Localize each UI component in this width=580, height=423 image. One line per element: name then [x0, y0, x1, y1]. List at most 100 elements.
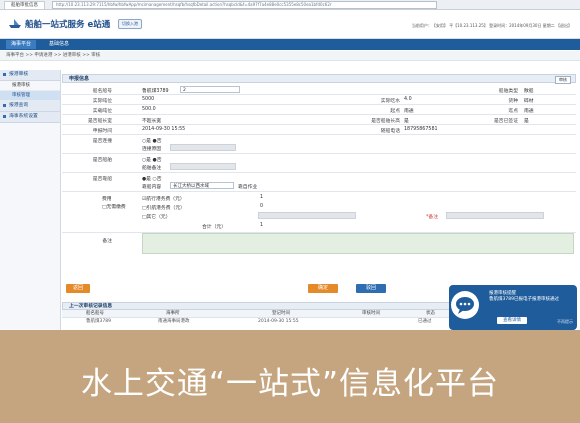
app-title: 船舶一站式服务 e站通 [25, 20, 111, 30]
fleet-label: 是否船舶 [92, 158, 112, 163]
join-options[interactable]: ○是 ●否 [142, 137, 162, 144]
ship-type-label: 船舶类型 [498, 89, 518, 94]
other-fee-note: *备注 [426, 215, 438, 220]
remark-textarea[interactable] [142, 233, 574, 254]
history-cell: 鲁航煤3789 [86, 319, 111, 324]
history-column: 状态 [426, 311, 435, 316]
captain-value: 不超长宽 [142, 119, 162, 124]
ship-name-input[interactable]: 2 [180, 86, 240, 93]
tonnage-label: 实际吨位 [92, 99, 112, 104]
no-fee-checkbox[interactable]: □无需缴费 [102, 203, 126, 210]
form-row: 申报时间 2014-09-30 15:55 随船电话 18795867581 [62, 125, 576, 135]
nav-maritime-platform[interactable]: 海事平台 [6, 40, 37, 49]
tonnage-value: 5000 [142, 97, 155, 102]
berth-options[interactable]: ●是 ○否 [142, 175, 162, 182]
panel-title: 申报信息 审核 [62, 74, 576, 84]
ship-name-label: 船名船号 [92, 89, 112, 94]
chat-bubble-glyph [456, 297, 474, 314]
destination-label: 迄点 [508, 109, 518, 114]
time-label: 申报时间 [92, 129, 112, 134]
destination-value: 南通 [524, 109, 534, 114]
fee-item-label[interactable]: ☑航行港务费（元） [142, 195, 185, 202]
fleet-note-label: 船舶备注 [142, 166, 162, 171]
panel-review-button[interactable]: 审核 [555, 76, 571, 84]
browser-tab[interactable]: 船舶审批信息 [4, 1, 45, 9]
load-value: 500.0 [142, 107, 156, 112]
caption-banner: 水上交通“一站式”信息化平台 [0, 330, 580, 423]
sidebar-group-report-review[interactable]: 报港审核 [0, 70, 60, 81]
fee-item-label[interactable]: □其它（元） [142, 213, 171, 220]
fee-label: 费用 [102, 197, 112, 202]
notification-text: 报港审核提醒 鲁航煤3789已报电子报港审核通过 [489, 291, 573, 303]
sidebar-group-system-settings[interactable]: 海事系统设置 [0, 112, 60, 123]
sidebar-item-review-manage[interactable]: 审核管理 [0, 91, 60, 101]
draft-label: 实际吃水 [380, 99, 400, 104]
ship-type-value: 散船 [524, 89, 534, 94]
app-header: 船舶一站式服务 e站通 切换入港 当前用户：【安用】 平【10.23.113.2… [0, 10, 580, 39]
berth-select[interactable]: 长江大桥以西水域 [170, 182, 234, 189]
remark-label: 备注 [102, 239, 112, 244]
other-fee-input[interactable] [258, 212, 356, 219]
caption-text: 水上交通“一站式”信息化平台 [80, 366, 500, 402]
dismiss-link[interactable]: 不再提示 [557, 319, 573, 325]
fleet-options[interactable]: ○是 ●否 [142, 156, 162, 163]
ship-name-value: 鲁航煤3789 [142, 89, 169, 94]
load-label: 实载吨位 [92, 109, 112, 114]
sidebar-item-report-review[interactable]: 报港审核 [0, 81, 60, 91]
draft-value: 4.0 [404, 97, 412, 102]
back-button[interactable]: 返回 [66, 284, 90, 293]
cargo-label: 货种 [508, 99, 518, 104]
sidebar: 报港审核 报港审核 审核管理 报港查询 海事系统设置 [0, 70, 61, 330]
history-cell: 已通过 [418, 319, 432, 324]
fee-item-value: 0 [260, 204, 264, 209]
other-fee-note-input[interactable] [446, 212, 544, 219]
history-cell: 南通海事局港政 [158, 319, 190, 324]
total-label: 合计（元） [202, 225, 226, 230]
total-value: 1 [260, 223, 264, 228]
address-bar[interactable]: http://10.23.113.29:7115/hbfw/hbfwApp/mc… [52, 1, 437, 9]
browser-toolbar: 船舶审批信息 http://10.23.113.29:7115/hbfw/hbf… [0, 0, 580, 10]
user-info: 当前用户：【安用】 平【10.23.113.25】 登录时间：2014年09月3… [411, 23, 572, 28]
remark-row: 备注 [62, 233, 576, 255]
form-row: 是否靠船 ●是 ○否 靠船内容 长江大桥以西水域 靠自作业 [62, 173, 576, 192]
berth-suffix: 靠自作业 [238, 185, 258, 190]
notification-popup[interactable]: 报港审核提醒 鲁航煤3789已报电子报港审核通过 查看详情 不再提示 [449, 285, 577, 330]
history-column: 海事所 [166, 311, 180, 316]
berth-label: 是否靠船 [92, 177, 112, 182]
form-row: 船名船号 鲁航煤3789 2 船舶类型 散船 [62, 85, 576, 95]
time-value: 2014-09-30 15:55 [142, 127, 186, 132]
confirm-button[interactable]: 确定 [308, 284, 338, 293]
phone-label: 随船电话 [380, 129, 400, 134]
signed-label: 是否已签证 [494, 119, 518, 124]
history-column: 登记时间 [272, 311, 290, 316]
sidebar-group-report-query[interactable]: 报港查询 [0, 101, 60, 112]
form-row: 实载吨位 500.0 起点 南通 迄点 南通 [62, 105, 576, 115]
history-column: 船名船号 [86, 311, 104, 316]
origin-label: 起点 [390, 109, 400, 114]
switch-port-button[interactable]: 切换入港 [118, 19, 142, 29]
view-details-button[interactable]: 查看详情 [497, 317, 527, 324]
fee-row: 费用 □无需缴费 ☑航行港务费（元） 1 □引航港务费（元） 0 □其它（元） … [62, 192, 576, 233]
cargo-value: 碎材 [524, 99, 534, 104]
ship-logo-icon [9, 19, 21, 28]
verify-label: 是否船舶长高 [371, 119, 400, 124]
panel-title-text: 申报信息 [69, 76, 90, 82]
form-row: 实际吨位 5000 实际吃水 4.0 货种 碎材 [62, 95, 576, 105]
fleet-note-input[interactable] [170, 163, 236, 170]
top-nav: 海事平台 基础信息 [0, 39, 580, 50]
phone-value: 18795867581 [404, 127, 438, 132]
notification-message: 鲁航煤3789已报电子报港审核通过 [489, 297, 559, 302]
form-row: 是否船长室 不超长宽 是否船舶长高 是 是否已签证 是 [62, 115, 576, 125]
berth-detail-label: 靠船内容 [142, 185, 162, 190]
history-column: 审核时间 [362, 311, 380, 316]
chat-bubble-icon [451, 291, 479, 319]
nav-basic-info[interactable]: 基础信息 [44, 40, 74, 49]
fee-item-value: 1 [260, 195, 264, 200]
join-reason-input[interactable] [170, 144, 236, 151]
reject-button[interactable]: 驳回 [356, 284, 386, 293]
join-label: 是否连撞 [92, 139, 112, 144]
captain-label: 是否船长室 [88, 119, 112, 124]
fee-item-label[interactable]: □引航港务费（元） [142, 204, 185, 211]
form-row: 是否船舶 ○是 ●否 船舶备注 [62, 154, 576, 173]
join-reason-label: 连撞原因 [142, 147, 162, 152]
